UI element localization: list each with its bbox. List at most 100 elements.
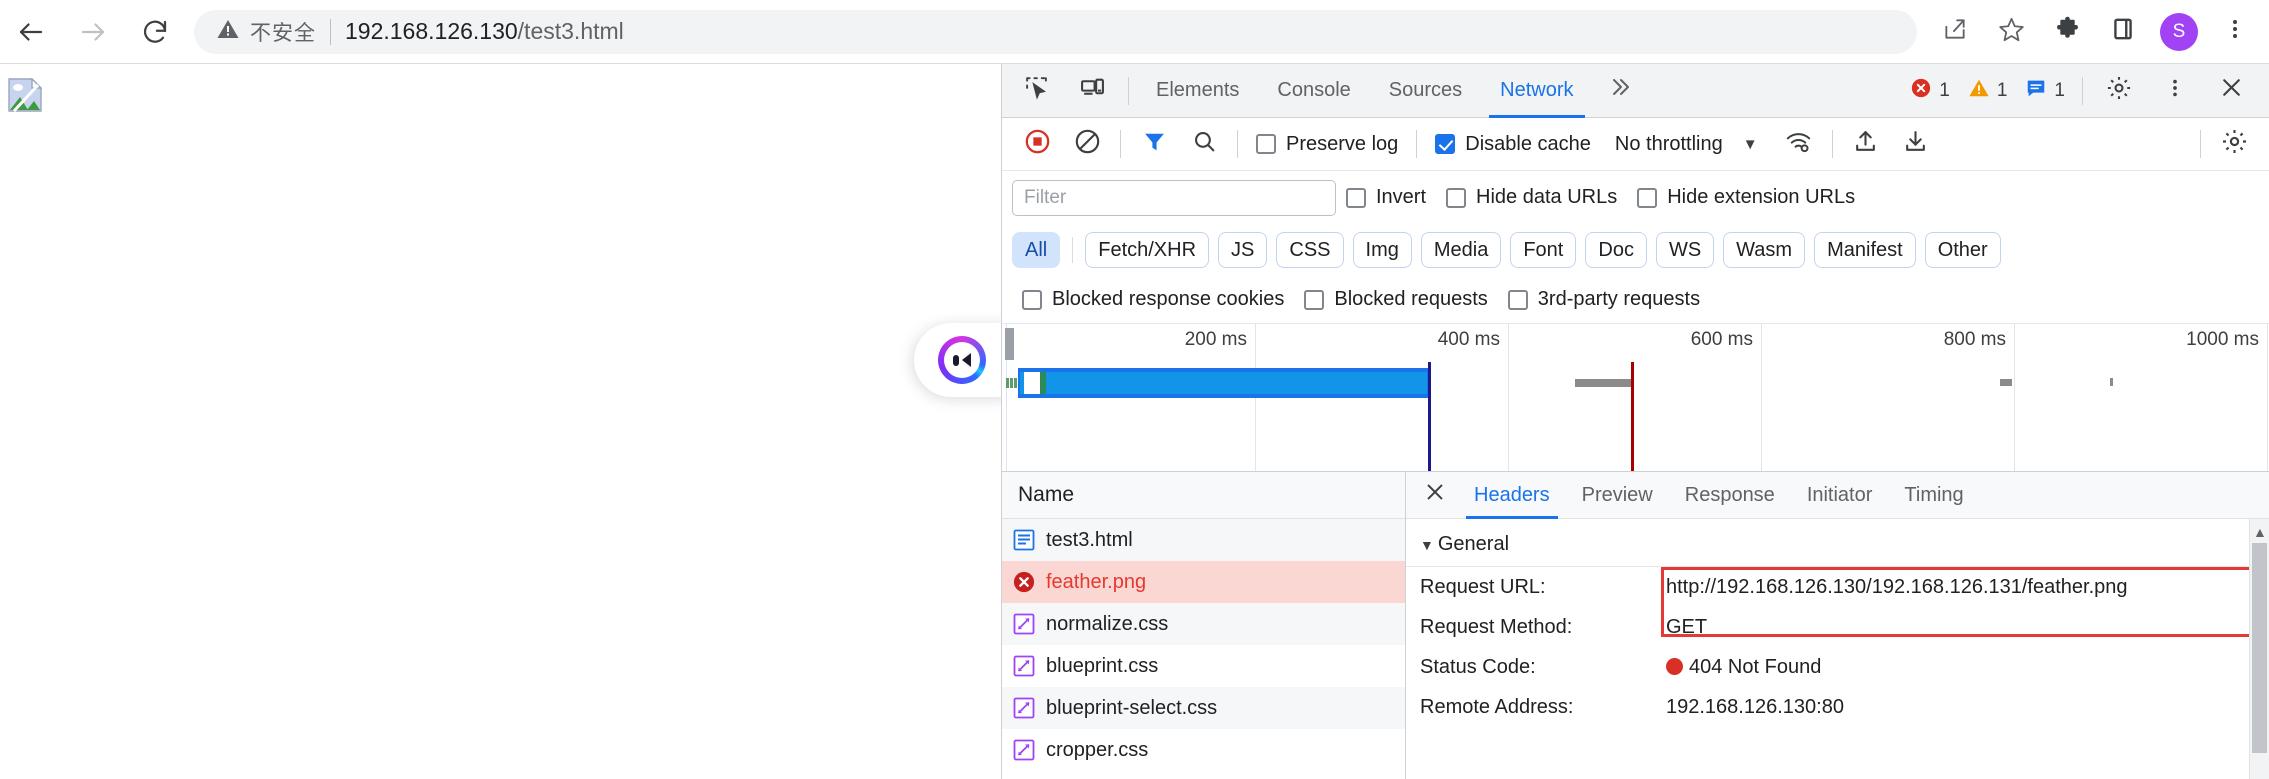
- browser-menu-button[interactable]: [2207, 4, 2263, 60]
- tab-initiator[interactable]: Initiator: [1791, 472, 1889, 519]
- share-button[interactable]: [1927, 4, 1983, 60]
- reload-button[interactable]: [124, 1, 186, 63]
- table-row[interactable]: blueprint-select.css: [1002, 687, 1405, 729]
- error-counter[interactable]: 1: [1901, 77, 1959, 105]
- blocked-response-cookies-checkbox[interactable]: Blocked response cookies: [1012, 288, 1294, 311]
- inspect-element-button[interactable]: [1008, 64, 1064, 118]
- network-settings-button[interactable]: [2209, 122, 2259, 166]
- devtools-close-button[interactable]: [2203, 64, 2259, 118]
- device-toolbar-button[interactable]: [1064, 64, 1120, 118]
- address-bar[interactable]: 不安全 192.168.126.130/test3.html: [194, 10, 1917, 54]
- third-party-requests-label: 3rd-party requests: [1538, 288, 1700, 311]
- network-conditions-button[interactable]: [1774, 122, 1824, 166]
- type-filter-ws[interactable]: WS: [1656, 232, 1714, 268]
- type-filter-fetch-xhr[interactable]: Fetch/XHR: [1085, 232, 1209, 268]
- tab-preview[interactable]: Preview: [1566, 472, 1669, 519]
- security-indicator[interactable]: 不安全: [216, 17, 316, 47]
- blocked-requests-checkbox[interactable]: Blocked requests: [1294, 288, 1497, 311]
- network-overview-timeline[interactable]: 200 ms 400 ms 600 ms 800 ms 1000 ms: [1002, 324, 2269, 472]
- invert-checkbox[interactable]: Invert: [1336, 186, 1436, 209]
- preserve-log-checkbox[interactable]: Preserve log: [1246, 133, 1408, 156]
- tab-sources[interactable]: Sources: [1370, 64, 1481, 118]
- extensions-button[interactable]: [2039, 4, 2095, 60]
- import-har-button[interactable]: [1841, 122, 1891, 166]
- load-event-marker: [1631, 362, 1634, 471]
- type-filter-doc[interactable]: Doc: [1585, 232, 1647, 268]
- dom-content-loaded-marker: [1428, 362, 1431, 471]
- type-filter-img[interactable]: Img: [1353, 232, 1412, 268]
- filter-input[interactable]: [1012, 180, 1336, 216]
- field-value: GET: [1666, 607, 1707, 647]
- request-list-header[interactable]: Name: [1002, 472, 1405, 519]
- hide-data-urls-label: Hide data URLs: [1476, 186, 1617, 209]
- scrollbar-thumb[interactable]: [2252, 543, 2267, 753]
- export-har-button[interactable]: [1891, 122, 1941, 166]
- warning-counter[interactable]: 1: [1959, 77, 2017, 105]
- network-lower-area: Name test3.html feather.png: [1002, 472, 2269, 779]
- clear-button[interactable]: [1062, 122, 1112, 166]
- hide-extension-urls-checkbox[interactable]: Hide extension URLs: [1627, 186, 1865, 209]
- scroll-up-arrow-icon[interactable]: ▲: [2253, 524, 2267, 540]
- request-rows: test3.html feather.png normalize.css: [1002, 519, 1405, 779]
- disable-cache-checkbox[interactable]: Disable cache: [1425, 133, 1601, 156]
- details-body: ▼ General Request URL: http://192.168.12…: [1406, 519, 2269, 779]
- table-row[interactable]: feather.png: [1002, 561, 1405, 603]
- forward-button[interactable]: [62, 1, 124, 63]
- type-filter-all[interactable]: All: [1012, 232, 1060, 268]
- general-section-header[interactable]: ▼ General: [1406, 523, 2269, 567]
- type-filter-js[interactable]: JS: [1218, 232, 1267, 268]
- triangle-down-icon: ▼: [1420, 537, 1434, 553]
- tab-console[interactable]: Console: [1258, 64, 1369, 118]
- type-filter-other[interactable]: Other: [1925, 232, 2001, 268]
- throttling-caret-icon[interactable]: ▼: [1733, 136, 1774, 153]
- tab-elements[interactable]: Elements: [1137, 64, 1258, 118]
- face-eye: [953, 355, 959, 366]
- devtools-settings-button[interactable]: [2091, 64, 2147, 118]
- third-party-requests-checkbox[interactable]: 3rd-party requests: [1498, 288, 1710, 311]
- chat-bubble-widget[interactable]: [914, 323, 1001, 397]
- overview-tick-800: 800 ms: [1944, 329, 2015, 351]
- type-filter-css[interactable]: CSS: [1276, 232, 1343, 268]
- preserve-log-box: [1256, 134, 1276, 154]
- tab-network[interactable]: Network: [1481, 64, 1592, 118]
- details-scrollbar[interactable]: ▲: [2249, 519, 2269, 779]
- message-counter[interactable]: 1: [2016, 77, 2074, 105]
- overview-gray-square: [2000, 379, 2012, 386]
- type-filter-manifest[interactable]: Manifest: [1814, 232, 1916, 268]
- devtools-menu-button[interactable]: [2147, 64, 2203, 118]
- side-panel-button[interactable]: [2095, 4, 2151, 60]
- stylesheet-icon: [1013, 739, 1035, 761]
- details-close-button[interactable]: [1412, 472, 1458, 519]
- profile-button[interactable]: S: [2151, 4, 2207, 60]
- table-row[interactable]: test3.html: [1002, 519, 1405, 561]
- broken-image-icon: [8, 78, 42, 112]
- overview-scroll-handle[interactable]: [1005, 328, 1014, 360]
- bookmark-button[interactable]: [1983, 4, 2039, 60]
- type-filter-wasm[interactable]: Wasm: [1723, 232, 1805, 268]
- record-button[interactable]: [1012, 122, 1062, 166]
- invert-box: [1346, 188, 1366, 208]
- search-button[interactable]: [1179, 122, 1229, 166]
- type-filter-media[interactable]: Media: [1421, 232, 1501, 268]
- filter-toggle-button[interactable]: [1129, 122, 1179, 166]
- funnel-icon: [1142, 129, 1167, 160]
- field-key: Status Code:: [1420, 647, 1666, 687]
- table-row[interactable]: blueprint.css: [1002, 645, 1405, 687]
- back-button[interactable]: [0, 1, 62, 63]
- toolbar-divider-5: [2200, 130, 2201, 158]
- table-row[interactable]: normalize.css: [1002, 603, 1405, 645]
- type-filter-font[interactable]: Font: [1510, 232, 1576, 268]
- third-party-requests-box: [1508, 290, 1528, 310]
- hide-data-urls-checkbox[interactable]: Hide data URLs: [1436, 186, 1627, 209]
- avatar: S: [2160, 13, 2198, 51]
- preserve-log-label: Preserve log: [1286, 133, 1398, 156]
- error-count: 1: [1939, 80, 1950, 102]
- more-tabs-button[interactable]: [1593, 64, 1645, 118]
- tab-headers[interactable]: Headers: [1458, 472, 1566, 519]
- tab-timing[interactable]: Timing: [1888, 472, 1979, 519]
- overview-band-green-marker: [1040, 372, 1046, 394]
- tab-response[interactable]: Response: [1669, 472, 1791, 519]
- table-row[interactable]: cropper.css: [1002, 729, 1405, 771]
- record-stop-icon: [1024, 128, 1051, 161]
- throttling-select[interactable]: No throttling: [1601, 133, 1733, 156]
